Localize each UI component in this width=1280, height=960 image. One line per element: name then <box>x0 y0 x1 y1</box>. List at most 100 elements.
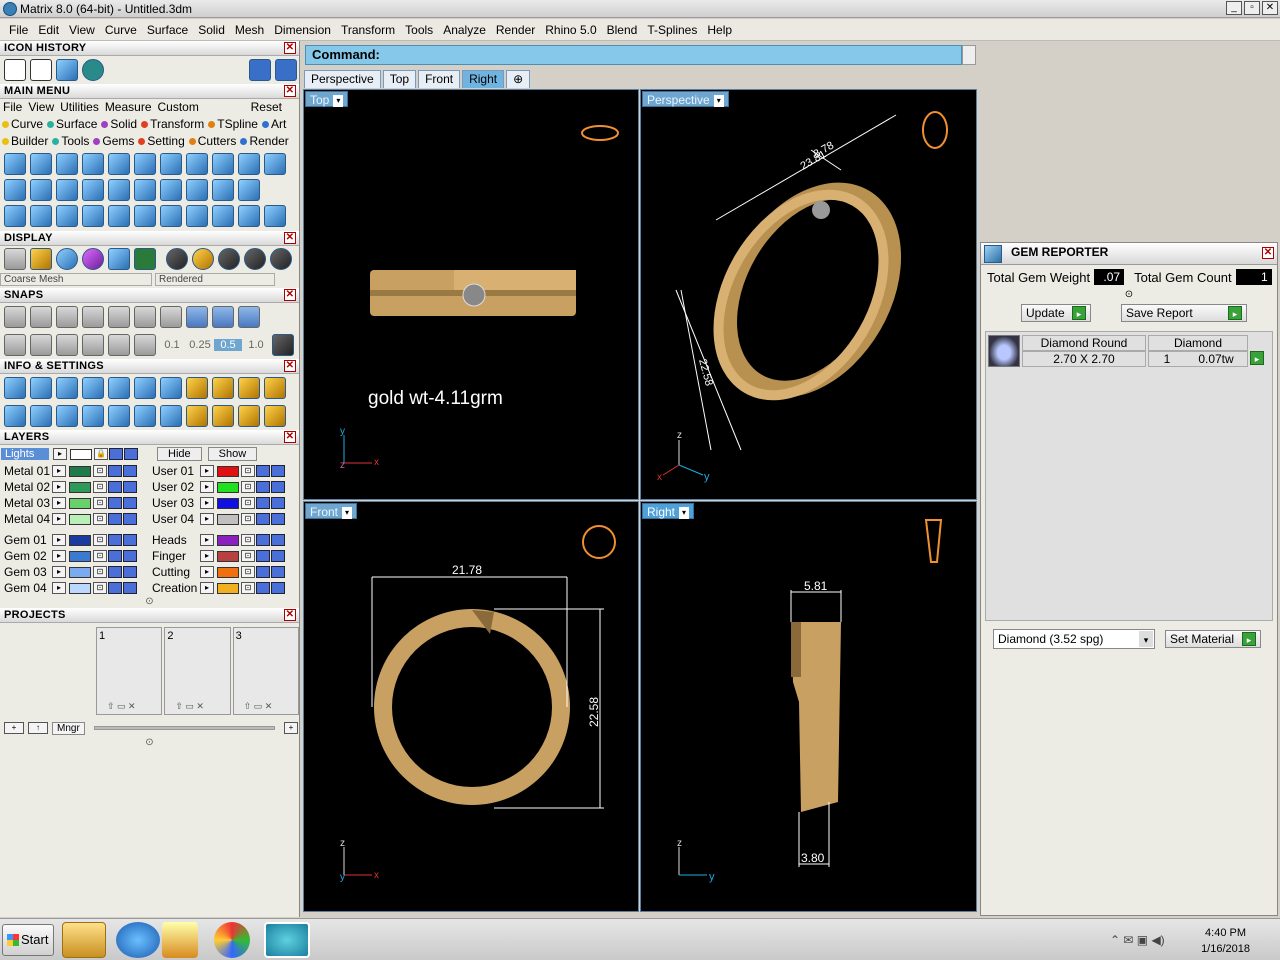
layer-visible-toggle[interactable] <box>256 550 270 562</box>
sphere-violet-icon[interactable] <box>82 248 104 270</box>
layer-name[interactable]: User 04 <box>148 512 200 526</box>
close-icon[interactable]: ✕ <box>284 232 296 244</box>
grid-icon[interactable] <box>56 59 78 81</box>
layer-row[interactable]: Heads ▸ ⊡ <box>148 532 298 548</box>
viewport-right[interactable]: Right ▾ 5.81 3.80 zy <box>640 501 977 912</box>
lock-icon[interactable]: ⊡ <box>241 497 255 509</box>
collapse-arrow-icon[interactable]: ⊙ <box>0 737 299 749</box>
window-icon[interactable] <box>4 405 26 427</box>
snap-line-icon[interactable] <box>212 306 234 328</box>
matrix-taskbar-icon[interactable] <box>264 922 310 958</box>
sun-icon[interactable] <box>186 153 208 175</box>
layer-color-swatch[interactable] <box>217 582 239 594</box>
layer-visible-toggle[interactable] <box>256 497 270 509</box>
mesh-select[interactable]: Coarse Mesh <box>0 272 152 286</box>
gem-expand-button[interactable]: ▸ <box>1250 351 1264 365</box>
phone-icon[interactable] <box>108 377 130 399</box>
layer-row[interactable]: User 01 ▸ ⊡ <box>148 463 298 479</box>
layer-active-toggle[interactable] <box>123 566 137 578</box>
layer-color-swatch[interactable] <box>69 513 91 525</box>
add-slot-button[interactable]: + <box>284 722 298 734</box>
menu-file[interactable]: File <box>4 23 33 37</box>
layer-active-toggle[interactable] <box>271 534 285 546</box>
lock-icon[interactable]: ⊡ <box>241 550 255 562</box>
fold-icon[interactable] <box>82 179 104 201</box>
layer-name[interactable]: Heads <box>148 533 200 547</box>
monitor-icon[interactable] <box>30 405 52 427</box>
project-slot-controls[interactable]: ⇧ ▭ ✕ <box>175 701 204 712</box>
layer-name[interactable]: Metal 03 <box>0 496 52 510</box>
category-solid[interactable]: Solid <box>99 117 139 131</box>
layer-color-swatch[interactable] <box>217 550 239 562</box>
tab-top[interactable]: Top <box>382 70 417 88</box>
category-curve[interactable]: Curve <box>0 117 45 131</box>
category-gems[interactable]: Gems <box>91 134 136 148</box>
layer-row[interactable]: Metal 04 ▸ ⊡ <box>0 511 148 527</box>
close-button[interactable]: ✕ <box>1262 1 1278 15</box>
layer-visible-toggle[interactable] <box>108 513 122 525</box>
lock-icon[interactable]: ⊡ <box>241 465 255 477</box>
arrow-snap-icon[interactable] <box>134 334 156 356</box>
gem-list-item[interactable]: Diamond Round 2.70 X 2.70 Diamond 1 0.07… <box>988 334 1270 368</box>
layer-arrow-button[interactable]: ▸ <box>200 534 214 546</box>
leaf-icon[interactable] <box>160 153 182 175</box>
lock-surface-icon[interactable] <box>82 153 104 175</box>
viewport-front[interactable]: Front ▾ 21.78 22.58 zxy <box>303 501 639 912</box>
tab-perspective[interactable]: Perspective <box>304 70 381 88</box>
layer-color-swatch[interactable] <box>69 582 91 594</box>
menu-edit[interactable]: Edit <box>33 23 64 37</box>
snap-point-icon[interactable] <box>82 306 104 328</box>
layer-name[interactable]: Cutting <box>148 565 200 579</box>
layer-visible-toggle[interactable] <box>108 497 122 509</box>
clock[interactable]: 4:40 PM 1/16/2018 <box>1201 925 1250 957</box>
file-explorer-icon[interactable] <box>62 922 106 958</box>
layer-arrow-button[interactable]: ▸ <box>200 481 214 493</box>
lights-swatch[interactable] <box>70 448 92 460</box>
tab-front[interactable]: Front <box>418 70 461 88</box>
display-mode-select[interactable]: Rendered <box>155 272 275 286</box>
scale-icon[interactable] <box>134 205 156 227</box>
gem-tool-3-icon[interactable] <box>238 405 260 427</box>
snap-end-icon[interactable] <box>4 306 26 328</box>
save-icon[interactable] <box>4 59 26 81</box>
close-icon[interactable]: ✕ <box>284 360 296 372</box>
layer-name[interactable]: User 01 <box>148 464 200 478</box>
layer-color-swatch[interactable] <box>69 550 91 562</box>
lock-icon[interactable]: ⊡ <box>93 465 107 477</box>
flat-icon[interactable] <box>4 179 26 201</box>
layer-active-toggle[interactable] <box>123 534 137 546</box>
category-tools[interactable]: Tools <box>50 134 91 148</box>
collapse-arrow-icon[interactable]: ⊙ <box>981 289 1277 301</box>
menu-help[interactable]: Help <box>702 23 737 37</box>
close-icon[interactable]: ✕ <box>284 289 296 301</box>
project-slot[interactable]: 3 ⇧ ▭ ✕ <box>232 627 299 715</box>
layer-active-toggle[interactable] <box>123 582 137 594</box>
menu-transform[interactable]: Transform <box>336 23 400 37</box>
layer-arrow-button[interactable]: ▸ <box>200 513 214 525</box>
set-material-button[interactable]: Set Material ▸ <box>1165 630 1261 648</box>
layer-row[interactable]: Cutting ▸ ⊡ <box>148 564 298 580</box>
matrix-logo-icon[interactable] <box>82 59 104 81</box>
manager-button[interactable]: Mngr <box>52 721 85 735</box>
layer-active-toggle[interactable] <box>271 481 285 493</box>
lock-icon[interactable]: ⊡ <box>241 513 255 525</box>
snap-mid-icon[interactable] <box>186 306 208 328</box>
camera-icon[interactable] <box>212 153 234 175</box>
layer-visible-toggle[interactable] <box>108 550 122 562</box>
category-surface[interactable]: Surface <box>45 117 99 131</box>
link-icon[interactable] <box>186 205 208 227</box>
layer-name[interactable]: Metal 02 <box>0 480 52 494</box>
project-slot[interactable]: 2 ⇧ ▭ ✕ <box>164 627 231 715</box>
layer-visible-toggle[interactable] <box>108 481 122 493</box>
tree-icon[interactable] <box>30 59 52 81</box>
layout-icon[interactable] <box>134 248 156 270</box>
layer-name[interactable]: Gem 02 <box>0 549 52 563</box>
snap-value-0[interactable]: 0.1 <box>158 339 186 351</box>
hide-button[interactable]: Hide <box>157 447 202 461</box>
menu-analyze[interactable]: Analyze <box>438 23 491 37</box>
layer-color-swatch[interactable] <box>217 497 239 509</box>
layer-arrow-button[interactable]: ▸ <box>52 513 66 525</box>
lock-icon[interactable]: ⊡ <box>241 481 255 493</box>
layer-row[interactable]: Metal 01 ▸ ⊡ <box>0 463 148 479</box>
layer-arrow-button[interactable]: ▸ <box>53 448 67 460</box>
